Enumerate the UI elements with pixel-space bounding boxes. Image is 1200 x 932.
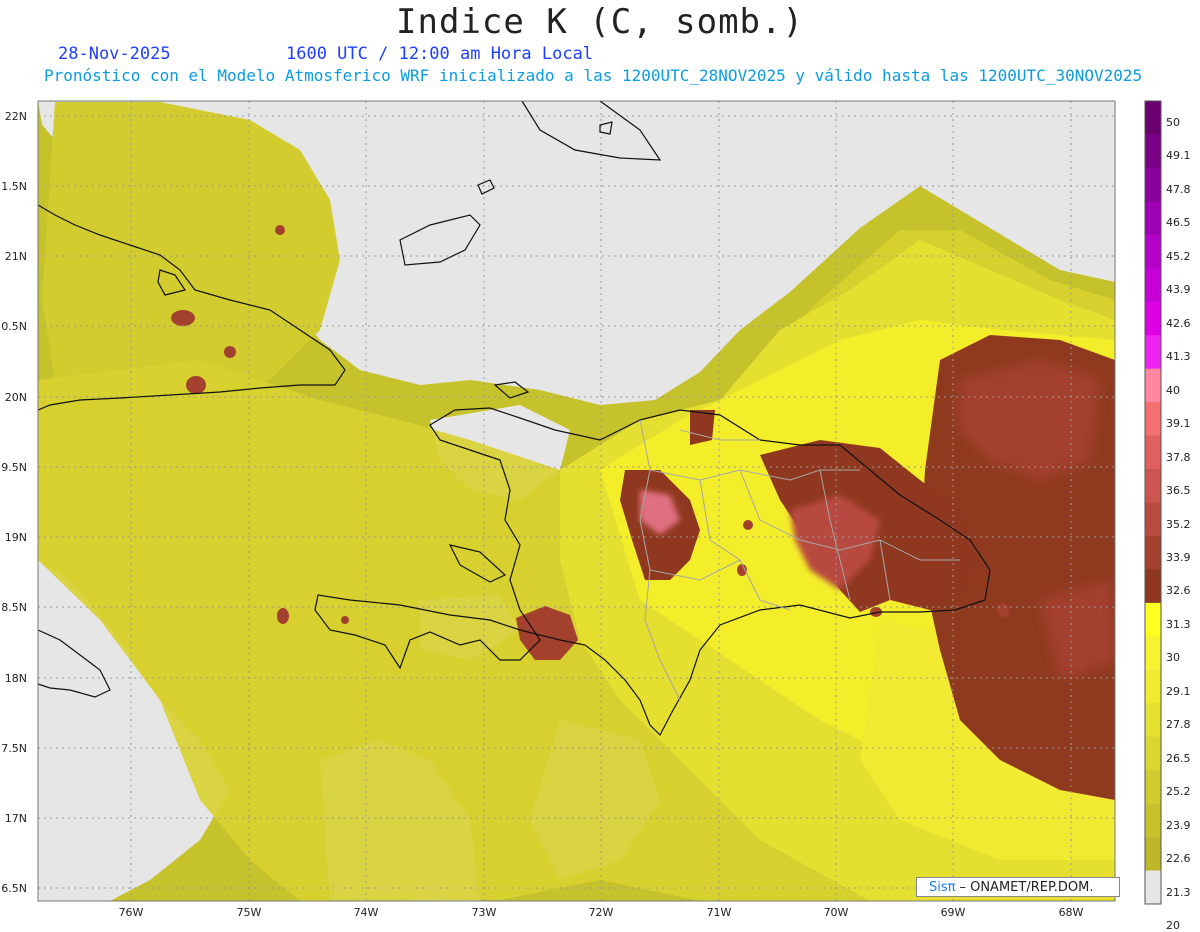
colorbar-label: 45.2 [1166, 249, 1191, 263]
colorbar-label: 20 [1166, 919, 1180, 932]
map-title: Indice K (C, somb.) [396, 2, 804, 42]
colorbar-label: 22.6 [1166, 852, 1191, 866]
colorbar-swatch [1145, 736, 1161, 771]
colorbar-swatch [1145, 368, 1161, 403]
colorbar-swatch [1145, 469, 1161, 503]
colorbar-label: 23.9 [1166, 818, 1191, 832]
lat-label: 8.5N [1, 601, 27, 614]
colorbar-label: 46.5 [1166, 216, 1191, 230]
lat-label: 20N [4, 391, 27, 404]
colorbar-label: 41.3 [1166, 350, 1191, 364]
colorbar-label: 21.3 [1166, 885, 1191, 899]
colorbar-swatch [1145, 268, 1161, 303]
credit-box: Sisπ – ONAMET/REP.DOM. [916, 877, 1120, 897]
lat-label: 1.5N [1, 180, 27, 193]
credit-brand: Sisπ [929, 879, 956, 895]
lat-label: 18N [4, 672, 27, 685]
forecast-date: 28-Nov-2025 [58, 44, 171, 64]
lat-label: 17N [4, 812, 27, 825]
lon-label: 69W [940, 906, 966, 919]
colorbar-label: 36.5 [1166, 484, 1191, 498]
colorbar-label: 43.9 [1166, 283, 1191, 297]
lon-label: 75W [236, 906, 262, 919]
colorbar-swatch [1145, 602, 1161, 637]
colorbar-label: 49.1 [1166, 149, 1191, 163]
lon-label: 70W [823, 906, 849, 919]
colorbar-label: 35.2 [1166, 517, 1191, 531]
colorbar-swatch [1145, 201, 1161, 236]
colorbar-swatch [1145, 134, 1161, 169]
colorbar-swatch [1145, 101, 1161, 135]
colorbar-swatch [1145, 301, 1161, 336]
colorbar-label: 39.1 [1166, 417, 1191, 431]
colorbar-label: 47.8 [1166, 182, 1191, 196]
colorbar-swatch [1145, 402, 1161, 437]
colorbar-label: 26.5 [1166, 751, 1191, 765]
colorbar-label: 50 [1166, 116, 1180, 129]
lon-label: 68W [1058, 906, 1084, 919]
colorbar-label: 42.6 [1166, 316, 1191, 330]
colorbar-swatch [1145, 837, 1161, 872]
colorbar [1145, 101, 1161, 905]
colorbar-label: 40 [1166, 383, 1180, 397]
colorbar-label: 37.8 [1166, 450, 1191, 464]
colorbar-swatch [1145, 803, 1161, 838]
colorbar-swatch [1145, 535, 1161, 570]
colorbar-label: 31.3 [1166, 617, 1191, 631]
colorbar-swatch [1145, 703, 1161, 738]
colorbar-swatch [1145, 167, 1161, 202]
lon-label: 73W [471, 906, 497, 919]
forecast-time: 1600 UTC / 12:00 am Hora Local [286, 44, 594, 64]
colorbar-label: 32.6 [1166, 584, 1191, 598]
lat-label: 9.5N [1, 461, 27, 474]
colorbar-swatch [1145, 770, 1161, 805]
forecast-subtitle: Pronóstico con el Modelo Atmosferico WRF… [44, 66, 1143, 85]
colorbar-label: 25.2 [1166, 785, 1191, 799]
lat-label: 6.5N [1, 882, 27, 895]
lon-label: 72W [588, 906, 614, 919]
colorbar-swatch [1145, 669, 1161, 704]
colorbar-label: 29.1 [1166, 684, 1191, 698]
colorbar-swatch [1145, 502, 1161, 537]
colorbar-label: 27.8 [1166, 718, 1191, 732]
colorbar-swatch [1145, 870, 1161, 905]
colorbar-swatch [1145, 435, 1161, 470]
lat-label: 21N [4, 250, 27, 263]
colorbar-label: 33.9 [1166, 550, 1191, 564]
forecast-map [37, 100, 1162, 905]
colorbar-swatch [1145, 569, 1161, 604]
colorbar-label: 30 [1166, 651, 1180, 665]
lon-label: 74W [353, 906, 379, 919]
lon-label: 71W [706, 906, 732, 919]
colorbar-swatch [1145, 335, 1161, 370]
lat-label: 7.5N [1, 742, 27, 755]
lat-label: 0.5N [1, 320, 27, 333]
credit-text: – ONAMET/REP.DOM. [959, 879, 1094, 895]
lon-label: 76W [118, 906, 144, 919]
colorbar-swatch [1145, 636, 1161, 671]
colorbar-swatch [1145, 234, 1161, 269]
lat-label: 22N [4, 110, 27, 123]
lat-label: 19N [4, 531, 27, 544]
